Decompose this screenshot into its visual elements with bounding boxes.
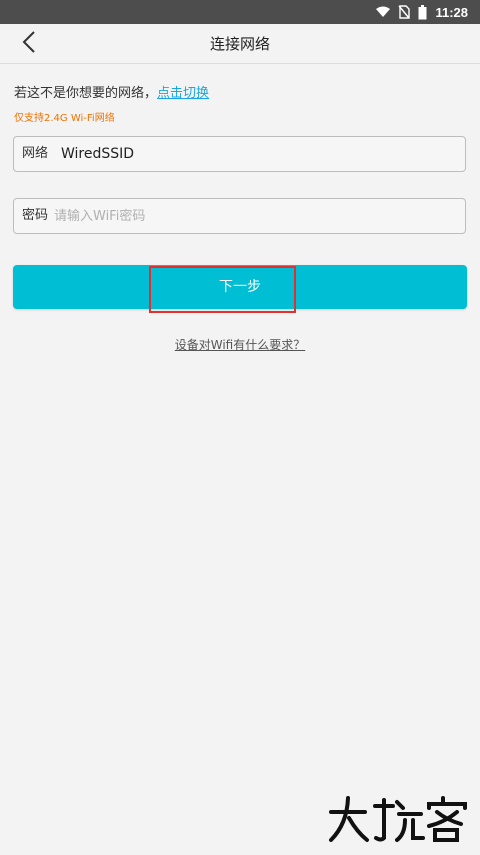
band-support-note: 仅支持2.4G Wi-Fi网络 bbox=[14, 113, 115, 124]
network-label: 网络 bbox=[22, 146, 49, 161]
back-button[interactable] bbox=[12, 30, 46, 58]
nav-bar: 连接网络 bbox=[0, 24, 480, 64]
next-step-button[interactable]: 下一步 bbox=[13, 265, 467, 309]
network-hint: 若这不是你想要的网络，点击切换 bbox=[14, 82, 209, 101]
network-ssid-value: WiredSSID bbox=[61, 146, 135, 162]
wifi-requirement-link-text[interactable]: 设备对Wifi有什么要求？ bbox=[175, 338, 306, 352]
wifi-requirement-link[interactable]: 设备对Wifi有什么要求？ bbox=[0, 336, 480, 353]
password-input[interactable] bbox=[54, 202, 459, 230]
hint-text: 若这不是你想要的网络， bbox=[14, 86, 158, 101]
page-title: 连接网络 bbox=[209, 35, 270, 53]
password-field[interactable]: 密码 bbox=[13, 198, 466, 234]
status-bar: 11:28 bbox=[0, 0, 480, 24]
status-icons: 11:28 bbox=[376, 0, 468, 24]
chevron-left-icon bbox=[22, 31, 36, 57]
network-field[interactable]: 网络 WiredSSID bbox=[13, 136, 466, 172]
no-sim-icon bbox=[398, 5, 411, 19]
watermark-logo bbox=[325, 794, 475, 844]
password-label: 密码 bbox=[22, 208, 49, 223]
wifi-icon bbox=[376, 6, 391, 18]
battery-icon bbox=[418, 4, 427, 20]
status-time: 11:28 bbox=[435, 4, 468, 20]
switch-network-link[interactable]: 点击切换 bbox=[157, 86, 209, 101]
